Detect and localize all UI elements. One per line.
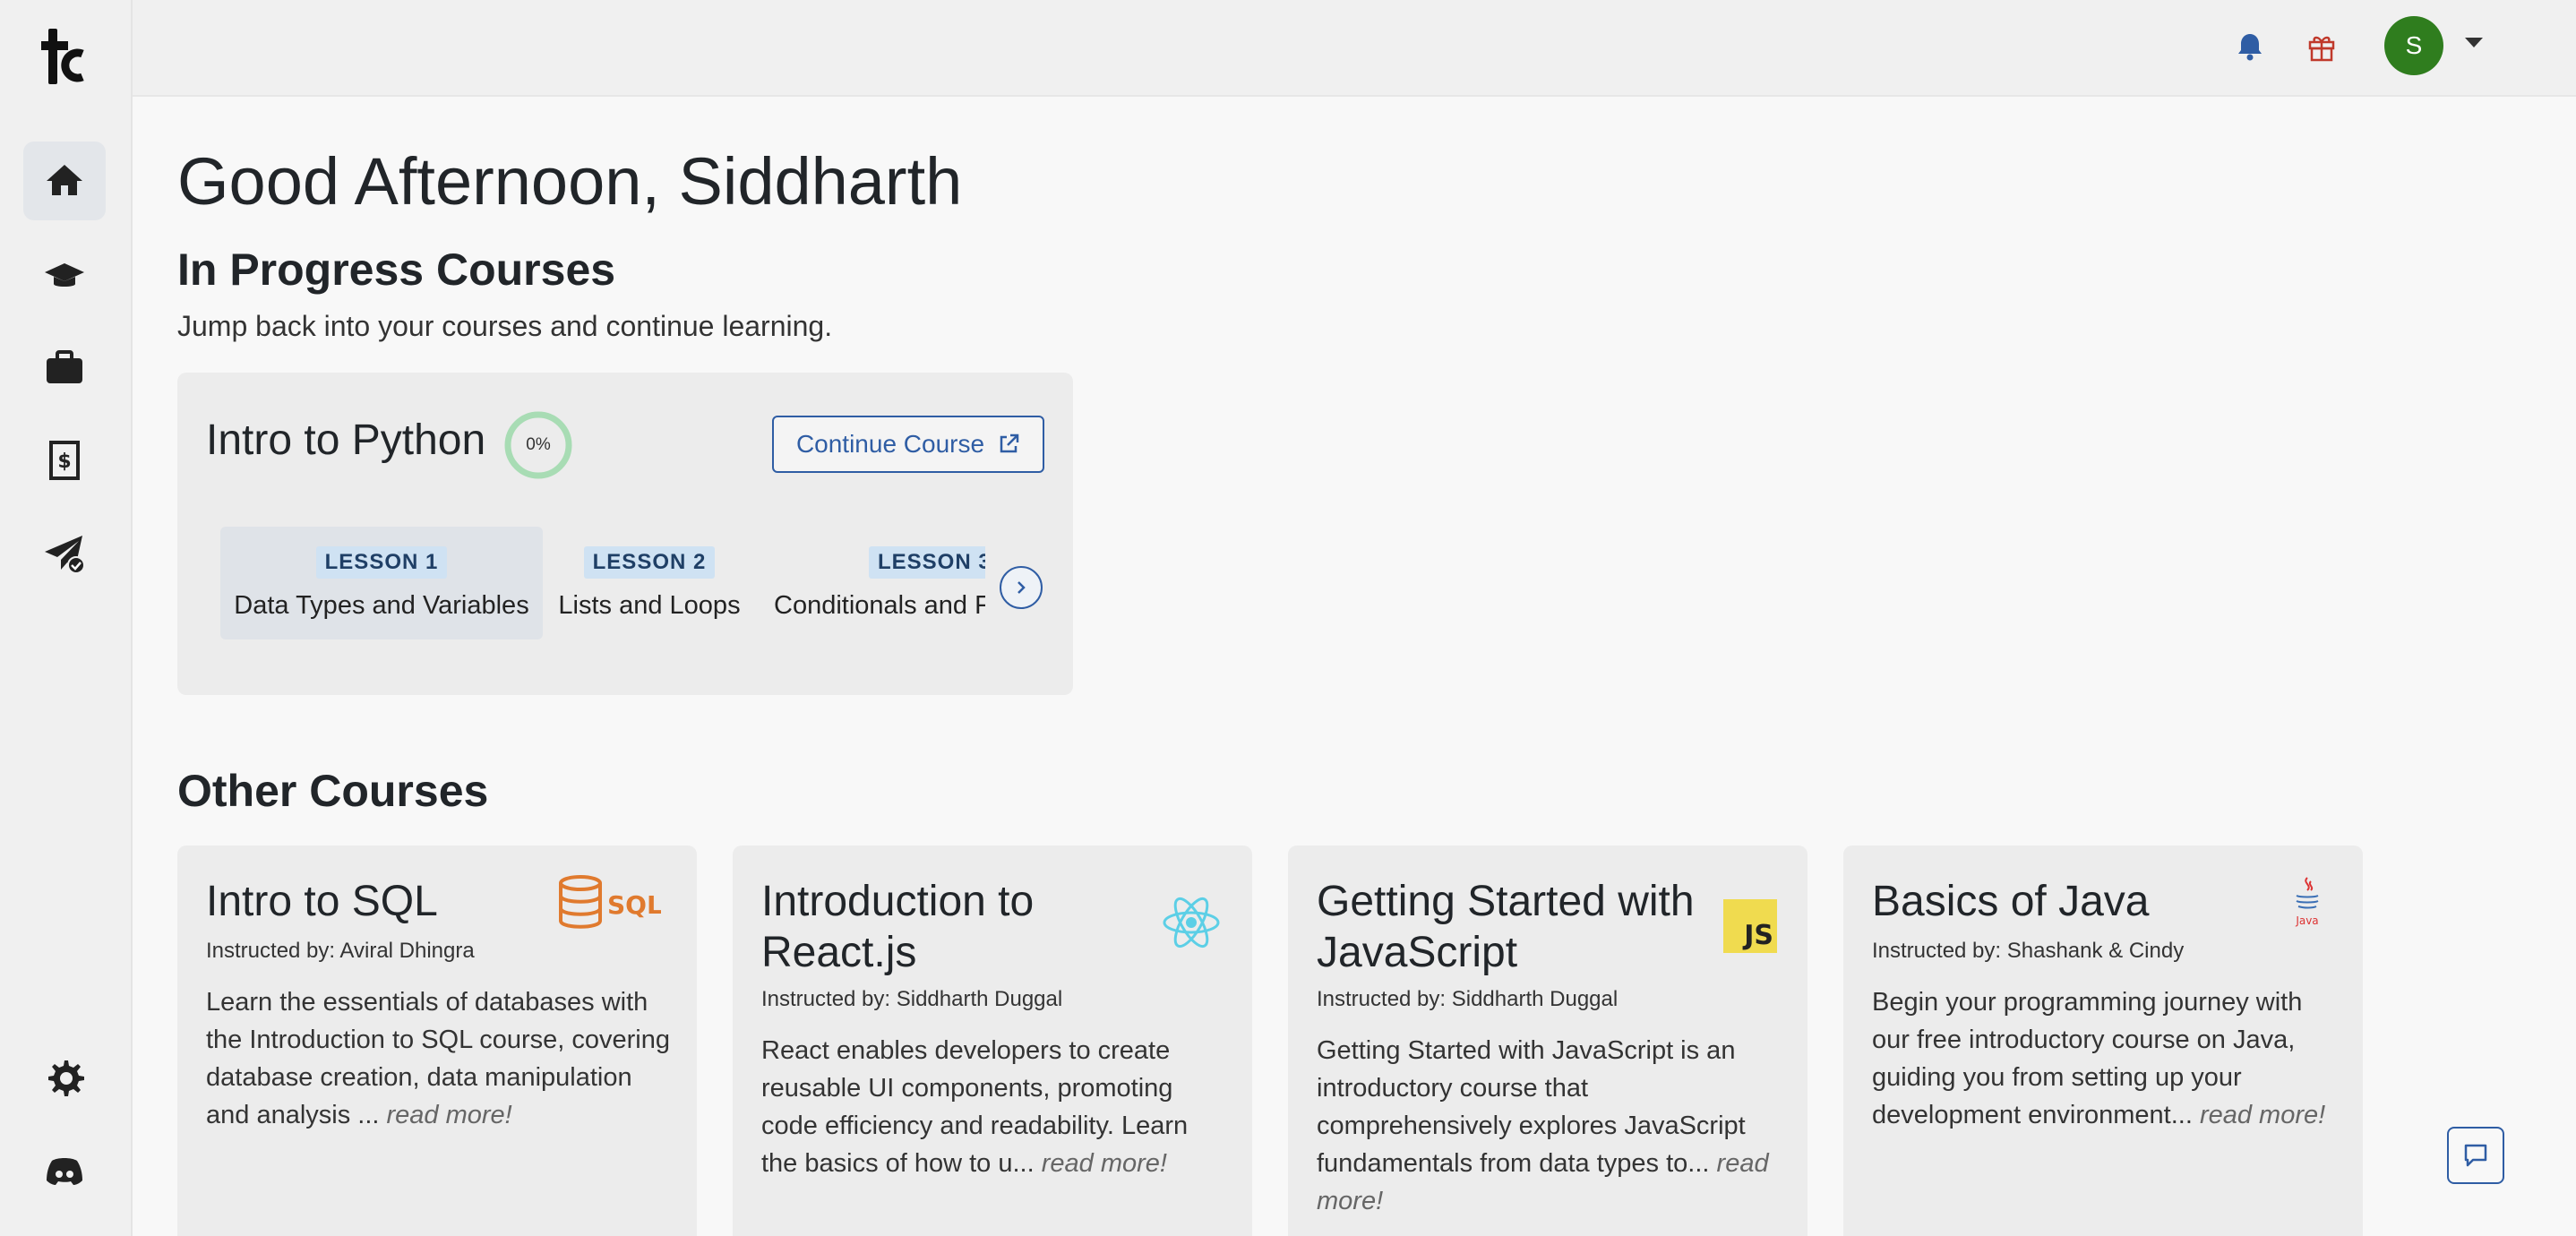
- course-instructor: Instructed by: Siddharth Duggal: [761, 987, 1063, 1011]
- sql-logo-text: SQL: [607, 890, 661, 920]
- briefcase-icon: [47, 350, 82, 383]
- continue-course-button[interactable]: Continue Course: [772, 416, 1044, 473]
- bell-icon: [2238, 34, 2262, 61]
- course-title: Basics of Java: [1872, 878, 2150, 925]
- top-bar: [133, 0, 2576, 97]
- sidebar-item-discord[interactable]: [23, 1132, 106, 1211]
- lesson-name: Data Types and Variables: [234, 590, 529, 620]
- in-progress-heading: In Progress Courses: [177, 245, 616, 295]
- discord-icon: [47, 1158, 82, 1185]
- progress-label: 0%: [526, 435, 551, 454]
- chevron-right-icon: [1018, 581, 1026, 594]
- course-instructor: Instructed by: Aviral Dhingra: [206, 939, 475, 963]
- js-logo: JS: [1723, 899, 1777, 953]
- gift-icon: [2308, 36, 2335, 62]
- svg-text:$: $: [57, 451, 71, 473]
- lesson-item[interactable]: LESSON 2 Lists and Loops: [546, 527, 752, 639]
- other-courses-heading: Other Courses: [177, 766, 489, 816]
- lesson-item[interactable]: LESSON 3 Conditionals and Functions: [774, 527, 985, 639]
- course-instructor: Instructed by: Shashank & Cindy: [1872, 939, 2185, 963]
- gear-icon: [48, 1060, 84, 1096]
- sidebar-item-jobs[interactable]: [23, 328, 106, 407]
- read-more-link[interactable]: read more!: [2200, 1101, 2325, 1129]
- read-more-link[interactable]: read more!: [387, 1101, 512, 1129]
- course-description: Learn the essentials of databases with t…: [206, 988, 670, 1129]
- course-description: React enables developers to create reusa…: [761, 1036, 1189, 1178]
- course-description: Begin your programming journey with our …: [1872, 988, 2326, 1129]
- in-progress-subtitle: Jump back into your courses and continue…: [177, 310, 833, 342]
- external-link-icon: [1000, 433, 1019, 453]
- sidebar-item-submissions[interactable]: [23, 514, 106, 593]
- course-card-sql[interactable]: Intro to SQL SQL Instructed by: Aviral D…: [177, 845, 697, 1236]
- course-title: Intro to Python: [206, 416, 486, 464]
- sidebar-item-home[interactable]: [23, 142, 106, 220]
- lesson-badge: LESSON 1: [315, 545, 448, 579]
- notifications-button[interactable]: [2227, 23, 2273, 70]
- sidebar-item-settings[interactable]: [23, 1039, 106, 1118]
- chat-button[interactable]: [2447, 1127, 2504, 1184]
- course-title: Introduction to React.js: [761, 878, 1035, 976]
- chevron-down-icon[interactable]: [2465, 38, 2483, 47]
- course-card-javascript[interactable]: Getting Started with JavaScript JS Instr…: [1288, 845, 1807, 1236]
- course-description: Getting Started with JavaScript is an in…: [1317, 1036, 1769, 1215]
- lesson-name: Lists and Loops: [558, 590, 741, 620]
- course-instructor: Instructed by: Siddharth Duggal: [1317, 987, 1619, 1011]
- next-lesson-button[interactable]: [1000, 566, 1043, 609]
- java-logo-text: Java: [2295, 914, 2318, 927]
- gift-button[interactable]: [2298, 23, 2345, 70]
- sidebar-item-courses[interactable]: [23, 235, 106, 313]
- chat-icon: [2464, 1144, 2487, 1167]
- course-card-java[interactable]: Basics of Java Java Instructed by: Shash…: [1843, 845, 2363, 1236]
- page-title: Good Afternoon, Siddharth: [177, 144, 963, 219]
- java-logo: Java: [2289, 876, 2325, 934]
- app-logo[interactable]: [41, 27, 88, 86]
- lesson-badge: LESSON 2: [583, 545, 716, 579]
- avatar[interactable]: S: [2384, 16, 2443, 75]
- graduation-cap-icon: [45, 263, 84, 287]
- paper-plane-check-icon: [45, 536, 85, 574]
- course-title: Intro to SQL: [206, 878, 438, 925]
- sidebar: $: [0, 0, 133, 1236]
- course-title: Getting Started with JavaScript: [1317, 878, 1695, 976]
- sidebar-item-billing[interactable]: $: [23, 421, 106, 500]
- read-more-link[interactable]: read more!: [1042, 1149, 1167, 1178]
- react-icon: [1161, 894, 1222, 956]
- dollar-receipt-icon: $: [49, 441, 80, 480]
- course-card-react[interactable]: Introduction to React.js Instructed by: …: [733, 845, 1252, 1236]
- lesson-carousel: LESSON 1 Data Types and Variables LESSON…: [220, 527, 985, 639]
- in-progress-course-card: Intro to Python 0% Continue Course LESSO…: [177, 373, 1073, 695]
- lesson-item[interactable]: LESSON 1 Data Types and Variables: [220, 527, 543, 639]
- sql-logo: SQL: [557, 874, 663, 936]
- home-icon: [47, 165, 82, 195]
- js-logo-text: JS: [1744, 920, 1773, 951]
- continue-course-label: Continue Course: [795, 430, 985, 458]
- lesson-name: Conditionals and Functions: [774, 590, 985, 620]
- lesson-badge: LESSON 3: [869, 545, 985, 579]
